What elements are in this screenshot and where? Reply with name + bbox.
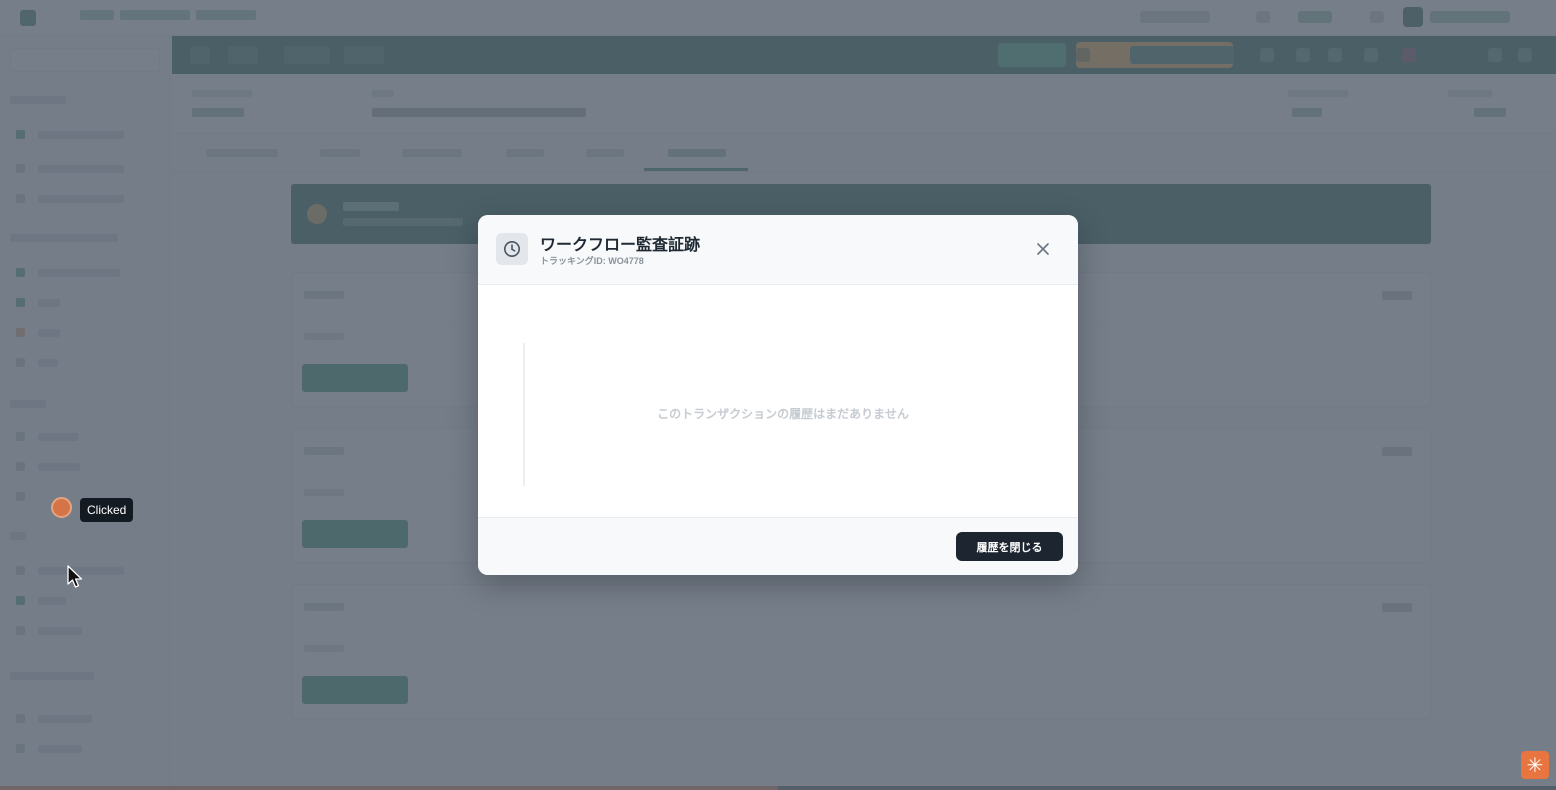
modal-header: ワークフロー監査証跡 トラッキングID: WO4778	[478, 215, 1078, 285]
mouse-cursor-icon	[67, 565, 83, 588]
clock-icon	[496, 233, 528, 265]
modal-footer: 履歴を閉じる	[478, 517, 1078, 575]
close-history-button[interactable]: 履歴を閉じる	[956, 532, 1063, 561]
click-tooltip: Clicked	[80, 498, 134, 522]
audit-trail-modal: ワークフロー監査証跡 トラッキングID: WO4778 このトランザクションの履…	[478, 215, 1078, 575]
empty-history-message: このトランザクションの履歴はまだありません	[657, 407, 909, 421]
close-icon[interactable]	[1032, 238, 1054, 260]
modal-title: ワークフロー監査証跡	[540, 237, 701, 254]
click-marker	[51, 497, 72, 518]
modal-body: このトランザクションの履歴はまだありません	[478, 285, 1078, 517]
tracking-id: トラッキングID: WO4778	[540, 256, 644, 266]
asterisk-icon[interactable]: ✳	[1521, 751, 1549, 779]
